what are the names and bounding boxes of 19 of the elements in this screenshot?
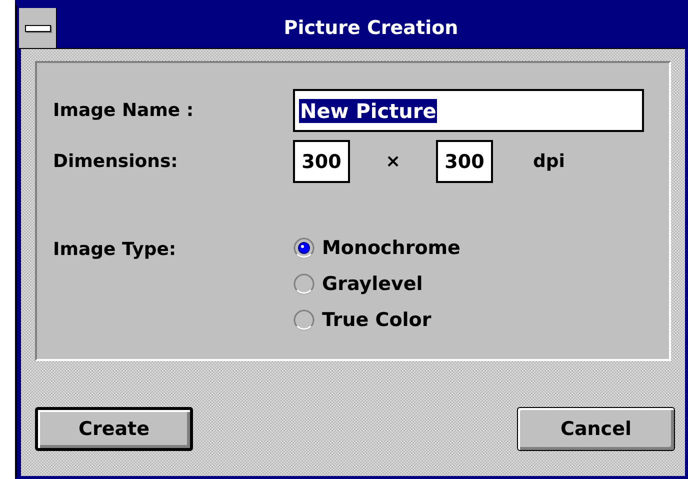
field-label: Image Type: bbox=[53, 239, 178, 260]
input-field[interactable]: 300 bbox=[293, 140, 350, 183]
radio-option[interactable]: Monochrome bbox=[293, 237, 460, 259]
system-menu-button[interactable] bbox=[19, 8, 57, 48]
radio-option[interactable]: True Color bbox=[293, 309, 460, 331]
create-button[interactable]: Create bbox=[35, 407, 193, 451]
cancel-button[interactable]: Cancel bbox=[517, 407, 675, 451]
radio-option[interactable]: Graylevel bbox=[293, 273, 460, 295]
field-label: Dimensions: bbox=[53, 151, 179, 172]
field-value: New Picture bbox=[299, 98, 438, 122]
radio-button[interactable] bbox=[293, 237, 315, 259]
input-field[interactable]: 300 bbox=[436, 140, 493, 183]
unit-label: dpi bbox=[533, 151, 565, 172]
window-title: Picture Creation bbox=[282, 17, 460, 39]
field-label: Image Name : bbox=[53, 100, 195, 121]
input-field[interactable]: New Picture bbox=[293, 89, 644, 132]
radio-button[interactable] bbox=[293, 309, 315, 331]
radio-button[interactable] bbox=[293, 273, 315, 295]
times-sign: × bbox=[384, 151, 402, 172]
